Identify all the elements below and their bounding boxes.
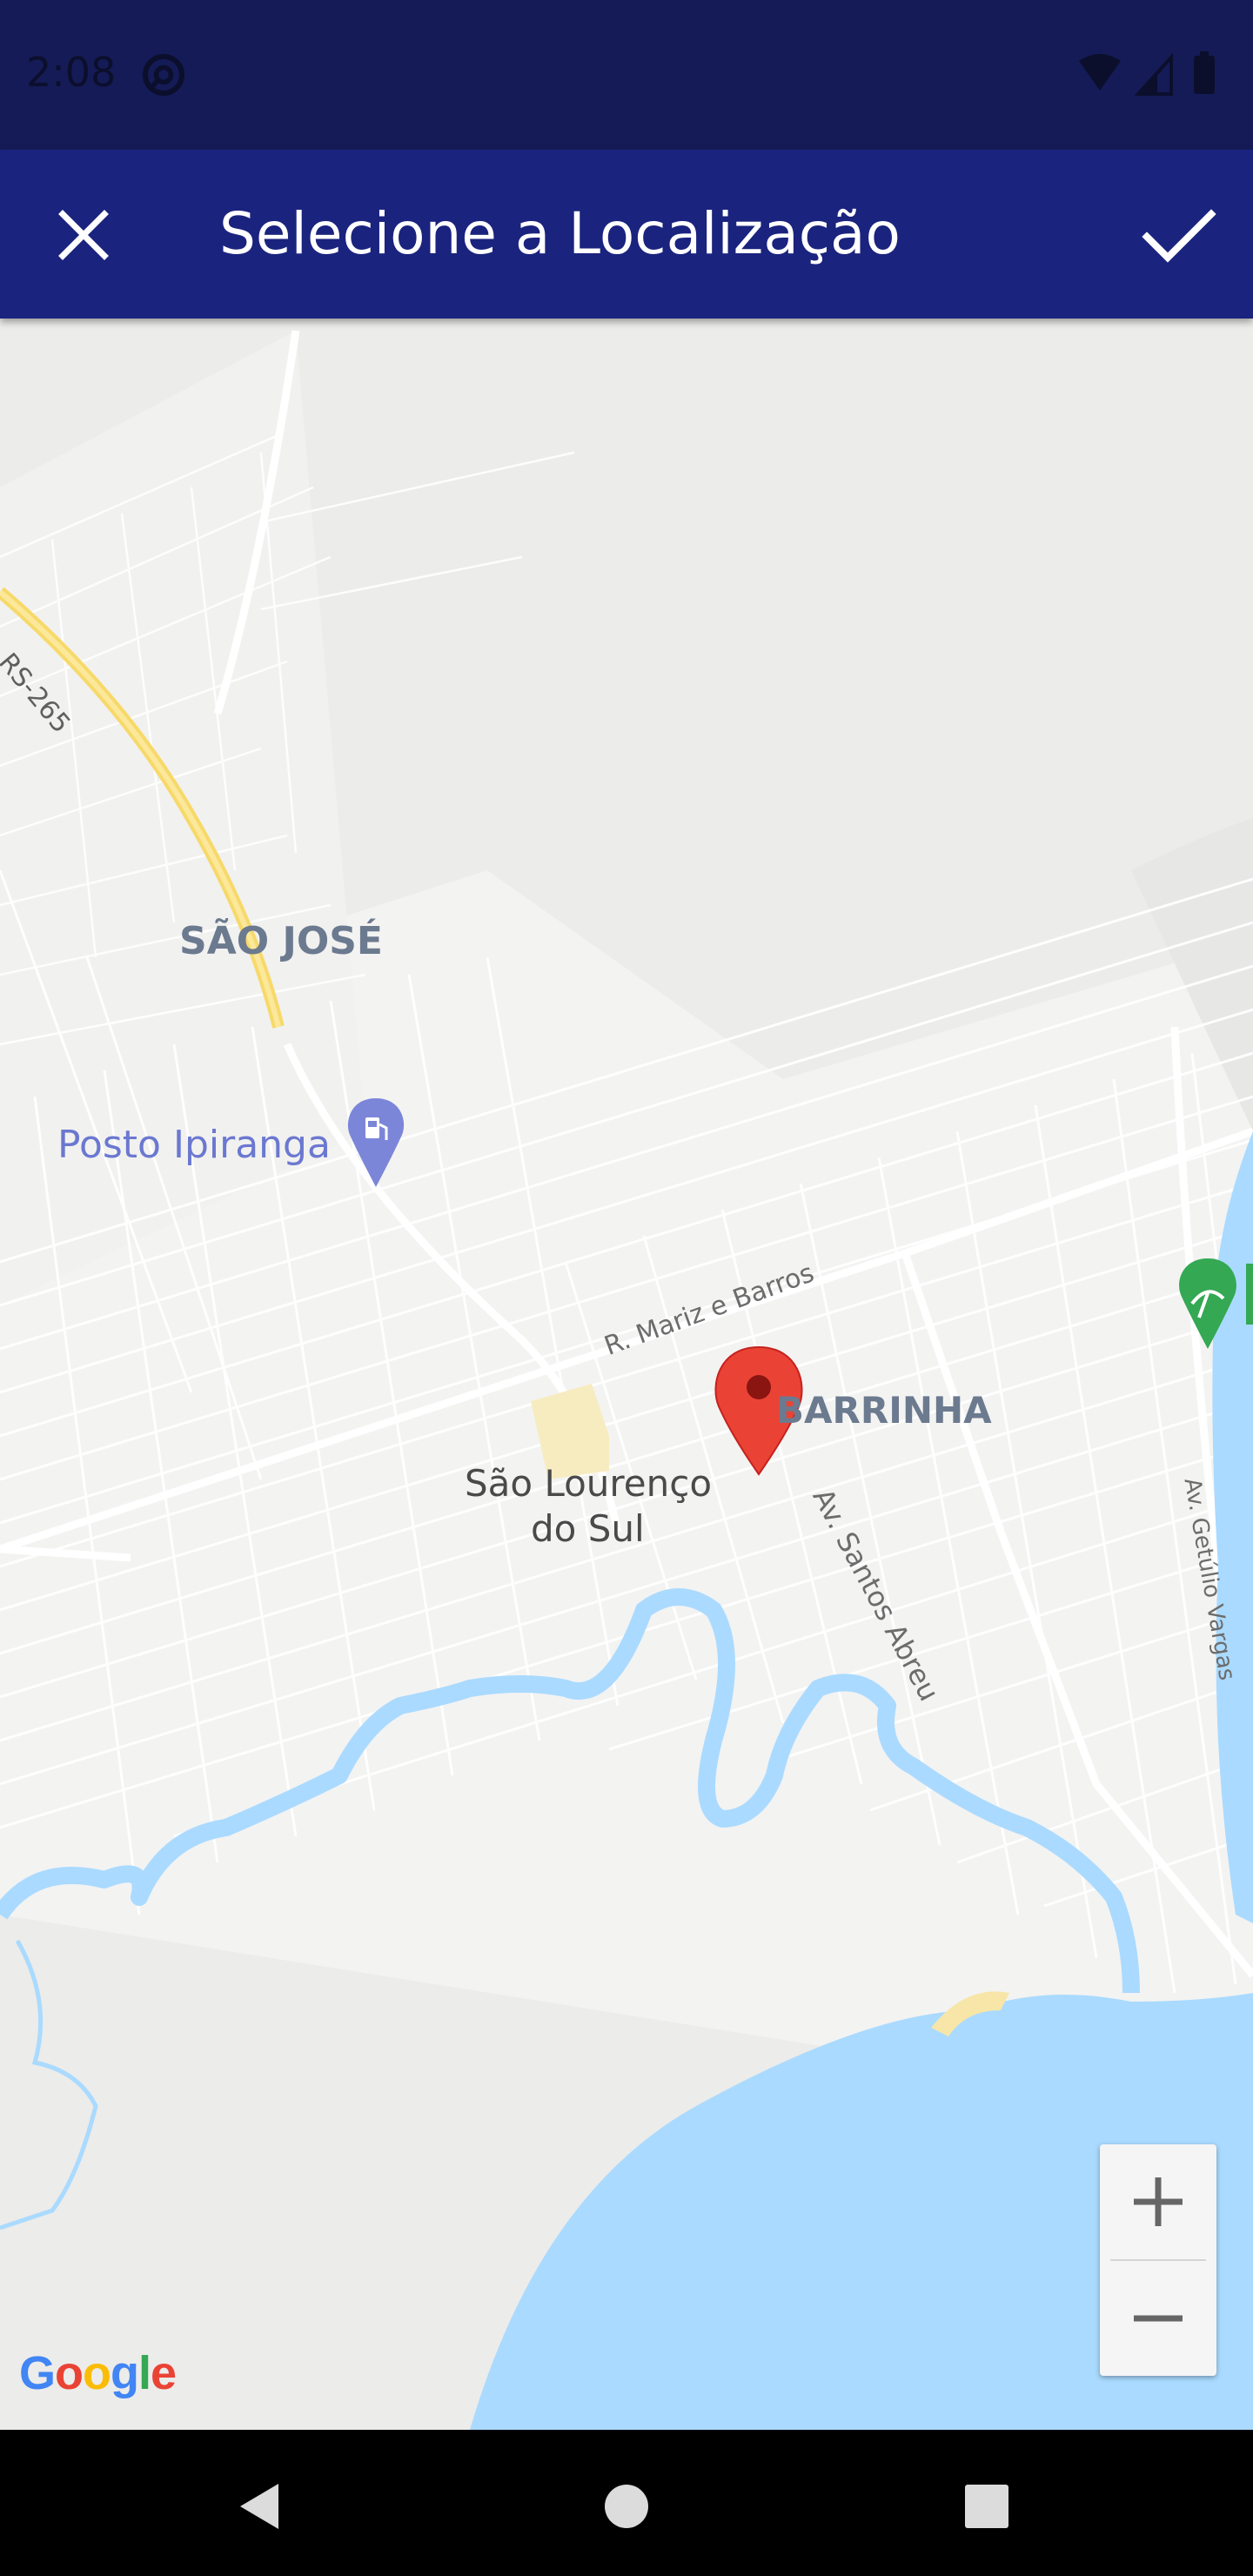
app-bar: Selecione a Localização (0, 150, 1253, 319)
sync-icon (142, 53, 185, 97)
status-time: 2:08 (26, 49, 117, 96)
status-bar: 2:08 (0, 0, 1253, 150)
navigation-bar (0, 2430, 1253, 2576)
minus-icon (1134, 2315, 1183, 2322)
wifi-icon (1079, 54, 1121, 91)
map-view[interactable]: RS-265 SÃO JOSÉ Posto Ipiranga R. Mariz … (0, 319, 1253, 2430)
neighborhood-label-barrinha: BARRINHA (776, 1389, 992, 1432)
page-title: Selecione a Localização (219, 200, 901, 267)
zoom-control (1100, 2144, 1216, 2376)
neighborhood-label-sao-jose: SÃO JOSÉ (179, 919, 383, 963)
check-icon[interactable] (1135, 193, 1222, 277)
city-label-line1: São Lourenço (465, 1462, 713, 1505)
battery-icon (1194, 51, 1215, 94)
zoom-in-button[interactable] (1100, 2144, 1216, 2259)
zoom-out-button[interactable] (1100, 2261, 1216, 2376)
back-icon[interactable] (226, 2472, 296, 2541)
close-icon[interactable] (42, 193, 125, 277)
google-logo: Google (19, 2347, 177, 2399)
plus-icon (1134, 2177, 1183, 2226)
map-canvas[interactable] (0, 319, 1253, 2430)
home-icon[interactable] (592, 2472, 661, 2541)
recents-icon[interactable] (952, 2472, 1022, 2541)
poi-label-posto-ipiranga[interactable]: Posto Ipiranga (57, 1123, 331, 1167)
city-label-line2: do Sul (531, 1507, 645, 1550)
status-icons (1079, 51, 1215, 96)
cell-signal-icon (1134, 52, 1173, 96)
